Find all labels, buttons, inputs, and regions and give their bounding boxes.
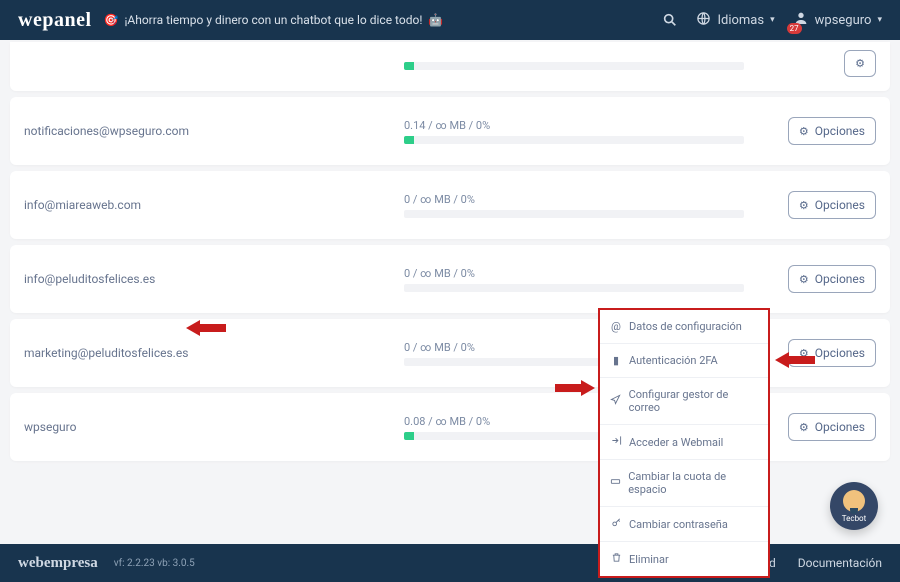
annotation-arrow (775, 350, 815, 370)
gear-icon: ⚙ (799, 421, 809, 434)
menu-gestor[interactable]: Configurar gestor de correo (600, 378, 768, 425)
table-row: notificaciones@wpseguro.com 0.14 / ∞ MB … (10, 97, 890, 165)
slogan: 🎯 ¡Ahorra tiempo y dinero con un chatbot… (104, 13, 444, 27)
usage-text: 0 / ∞ MB / 0% (404, 267, 771, 280)
footer-version: vf: 2.2.23 vb: 3.0.5 (114, 558, 195, 569)
menu-delete[interactable]: Eliminar (600, 542, 768, 576)
send-icon (610, 394, 622, 408)
languages-menu[interactable]: Idiomas ▾ (696, 11, 774, 30)
options-label: Opciones (815, 420, 865, 434)
languages-label: Idiomas (717, 13, 764, 28)
options-button[interactable]: ⚙ Opciones (788, 191, 876, 219)
usage-text: 0 / ∞ MB / 0% (404, 193, 771, 206)
email-cell: info@peluditosfelices.es (24, 272, 394, 286)
menu-webmail[interactable]: Acceder a Webmail (600, 425, 768, 460)
trash-icon (610, 552, 622, 566)
username-label: wpseguro (815, 13, 872, 28)
user-menu[interactable]: 27 wpseguro ▾ (793, 10, 882, 30)
progress-bar (404, 62, 744, 70)
target-icon: 🎯 (104, 13, 119, 27)
options-button[interactable]: ⚙ Opciones (788, 413, 876, 441)
menu-config[interactable]: @ Datos de configuración (600, 310, 768, 344)
menu-label: Acceder a Webmail (629, 436, 723, 449)
options-label: Opciones (815, 272, 865, 286)
gear-icon: ⚙ (799, 273, 809, 286)
progress-bar (404, 284, 744, 292)
gear-icon: ⚙ (855, 57, 865, 70)
usage-cell: 0 / ∞ MB / 0% (404, 193, 771, 218)
avatar-icon (843, 490, 865, 512)
menu-password[interactable]: Cambiar contraseña (600, 507, 768, 542)
at-icon: @ (610, 320, 622, 333)
notif-badge: 27 (787, 23, 802, 34)
menu-label: Configurar gestor de correo (629, 388, 758, 414)
brand-logo[interactable]: wepanel (18, 9, 92, 32)
email-cell: notificaciones@wpseguro.com (24, 124, 394, 138)
options-dropdown: @ Datos de configuración ▮ Autenticación… (598, 308, 770, 578)
chevron-down-icon: ▾ (770, 15, 775, 25)
topbar: wepanel 🎯 ¡Ahorra tiempo y dinero con un… (0, 0, 900, 40)
progress-bar (404, 210, 744, 218)
globe-icon (696, 11, 711, 30)
options-label: Opciones (815, 346, 865, 360)
email-cell: info@miareaweb.com (24, 198, 394, 212)
login-icon (610, 435, 622, 449)
progress-bar (404, 136, 744, 144)
menu-label: Cambiar la cuota de espacio (628, 470, 758, 496)
annotation-arrow (555, 378, 595, 398)
email-cell: marketing@peluditosfelices.es (24, 346, 394, 360)
footer-brand[interactable]: webempresa (18, 555, 98, 572)
topbar-right: Idiomas ▾ 27 wpseguro ▾ (662, 10, 882, 30)
usage-text: 0.14 / ∞ MB / 0% (404, 119, 771, 132)
footer-docs[interactable]: Documentación (798, 556, 882, 570)
slogan-text: ¡Ahorra tiempo y dinero con un chatbot q… (124, 13, 422, 27)
usage-cell: 0.14 / ∞ MB / 0% (404, 119, 771, 144)
annotation-arrow (186, 318, 226, 338)
options-button[interactable]: ⚙ Opciones (788, 117, 876, 145)
gear-icon: ⚙ (799, 199, 809, 212)
menu-label: Autenticación 2FA (629, 354, 718, 367)
disk-icon (610, 476, 621, 490)
options-label: Opciones (815, 198, 865, 212)
phone-icon: ▮ (610, 354, 622, 367)
usage-cell: 0 / ∞ MB / 0% (404, 267, 771, 292)
table-row: info@peluditosfelices.es 0 / ∞ MB / 0% ⚙… (10, 245, 890, 313)
menu-quota[interactable]: Cambiar la cuota de espacio (600, 460, 768, 507)
options-button[interactable]: ⚙ Opciones (788, 265, 876, 293)
options-button[interactable]: ⚙ (844, 50, 876, 77)
usage-cell (404, 58, 771, 70)
key-icon (610, 517, 622, 531)
menu-label: Cambiar contraseña (629, 518, 728, 531)
table-row: info@miareaweb.com 0 / ∞ MB / 0% ⚙ Opcio… (10, 171, 890, 239)
robot-icon: 🤖 (428, 13, 443, 27)
menu-label: Datos de configuración (629, 320, 742, 333)
email-cell: wpseguro (24, 420, 394, 434)
menu-label: Eliminar (629, 553, 669, 566)
tecbot-button[interactable]: Tecbot (830, 482, 878, 530)
chevron-down-icon: ▾ (877, 15, 882, 25)
table-row: ⚙ (10, 42, 890, 91)
tecbot-label: Tecbot (842, 514, 867, 523)
menu-2fa[interactable]: ▮ Autenticación 2FA (600, 344, 768, 378)
search-icon[interactable] (662, 12, 678, 28)
gear-icon: ⚙ (799, 125, 809, 138)
options-label: Opciones (815, 124, 865, 138)
